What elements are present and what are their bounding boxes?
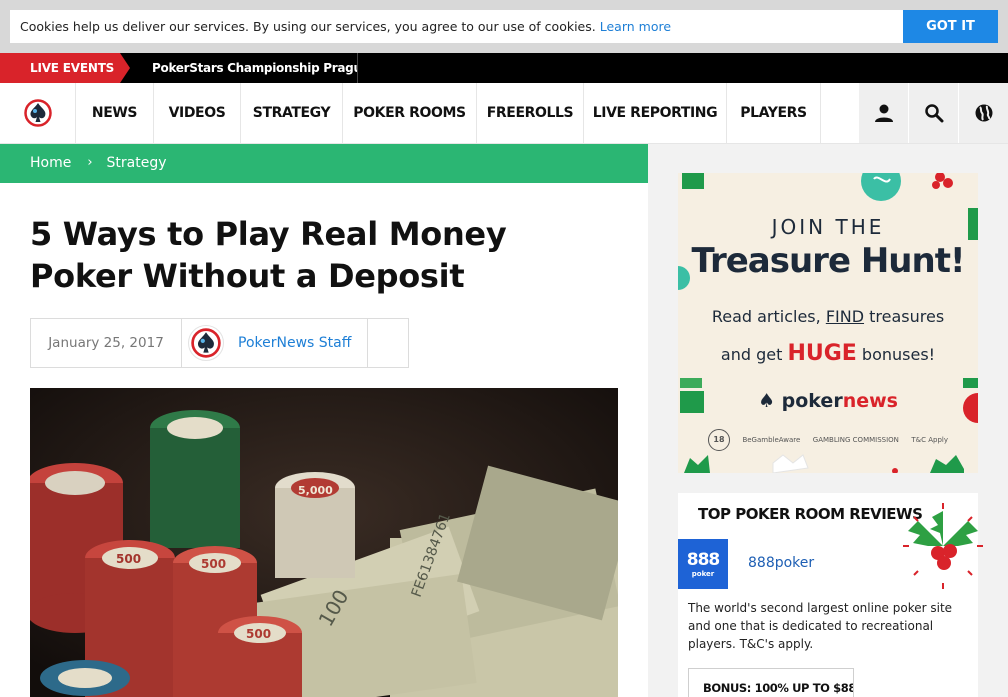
author-avatar: [188, 325, 224, 361]
holly-icon: [903, 503, 983, 589]
reviews-title: TOP POKER ROOM REVIEWS: [698, 505, 923, 523]
brand-news: news: [842, 390, 898, 412]
nav-poker-rooms[interactable]: POKER ROOMS: [343, 83, 477, 143]
live-events-tag[interactable]: LIVE EVENTS: [0, 53, 120, 83]
live-events-arrow: [120, 53, 130, 83]
article-hero-image: 100 FE61384761 500 500 500 5,000: [30, 388, 618, 697]
ad-footer: 18 BeGambleAware GAMBLING COMMISSION T&C…: [708, 429, 948, 451]
cookie-banner: Cookies help us deliver our services. By…: [0, 0, 1008, 53]
article-title: 5 Ways to Play Real Money Poker Without …: [30, 215, 507, 295]
search-button[interactable]: [909, 83, 958, 143]
account-button[interactable]: [859, 83, 908, 143]
globe-icon: [975, 104, 992, 122]
bonus-button[interactable]: BONUS: 100% UP TO $888: [688, 668, 854, 697]
poker-chips-and-cash-image: 100 FE61384761 500 500 500 5,000: [30, 388, 618, 697]
tc-apply-text: T&C Apply: [911, 436, 948, 444]
share-slot[interactable]: [368, 319, 408, 367]
nav-strategy[interactable]: STRATEGY: [241, 83, 343, 143]
cookie-text: Cookies help us deliver our services. By…: [20, 19, 596, 34]
room-description: The world's second largest online poker …: [688, 601, 953, 651]
top-poker-room-reviews: TOP POKER ROOM REVIEWS 888 poker 888poke…: [678, 493, 983, 697]
author-name[interactable]: PokerNews Staff: [238, 335, 351, 351]
888-logo-number: 888: [686, 550, 721, 570]
ad-line-1-start: Read articles,: [711, 307, 826, 326]
live-event-link[interactable]: PokerStars Championship Prague: [140, 53, 358, 83]
svg-text:500: 500: [246, 627, 271, 641]
treasure-hunt-ad[interactable]: JOIN THE Treasure Hunt! Read articles, F…: [678, 173, 978, 473]
ad-line-1-end: treasures: [864, 307, 945, 326]
nav-news[interactable]: NEWS: [76, 83, 154, 143]
begambleaware-logo: BeGambleAware: [742, 436, 801, 444]
888poker-logo[interactable]: 888 poker: [678, 539, 728, 589]
ad-line-2: and get HUGE bonuses!: [678, 341, 978, 366]
cookie-message: Cookies help us deliver our services. By…: [10, 10, 903, 43]
svg-text:500: 500: [201, 557, 226, 571]
ad-line-2-end: bonuses!: [856, 345, 936, 364]
ad-line-2-start: and get: [720, 345, 788, 364]
breadcrumb-home[interactable]: Home: [30, 155, 71, 171]
breadcrumb-strategy[interactable]: Strategy: [107, 155, 167, 171]
nav-live-reporting[interactable]: LIVE REPORTING: [584, 83, 727, 143]
ad-join-text: JOIN THE: [771, 215, 885, 239]
svg-text:5,000: 5,000: [298, 484, 333, 497]
live-events-bar: LIVE EVENTS PokerStars Championship Prag…: [0, 53, 1008, 83]
search-icon: [924, 104, 943, 123]
ad-find-word: FIND: [825, 307, 865, 326]
brand-poker: poker: [781, 390, 843, 412]
pokernews-logo[interactable]: [0, 83, 76, 143]
nav-players[interactable]: PLAYERS: [727, 83, 821, 143]
ad-headline: Treasure Hunt!: [691, 241, 966, 281]
gambling-commission-logo: GAMBLING COMMISSION: [812, 436, 899, 444]
nav-freerolls[interactable]: FREEROLLS: [477, 83, 584, 143]
ad-huge-word: HUGE: [787, 341, 857, 366]
breadcrumb: Home › Strategy: [0, 144, 648, 183]
room-name-link[interactable]: 888poker: [748, 555, 814, 571]
breadcrumb-separator: ›: [87, 155, 93, 170]
learn-more-link[interactable]: Learn more: [600, 19, 671, 34]
ad-pokernews-brand: ♠ pokernews: [678, 390, 978, 412]
spade-logo-icon: [191, 328, 221, 358]
article-author[interactable]: PokerNews Staff: [182, 319, 368, 367]
888-logo-word: poker: [691, 570, 715, 578]
age-18-badge: 18: [708, 429, 730, 451]
svg-text:500: 500: [116, 552, 141, 566]
main-navigation: NEWS VIDEOS STRATEGY POKER ROOMS FREEROL…: [0, 83, 1008, 144]
nav-videos[interactable]: VIDEOS: [154, 83, 241, 143]
brand-spade-icon: ♠: [758, 390, 782, 412]
ad-line-1: Read articles, FIND treasures: [678, 307, 978, 326]
got-it-button[interactable]: GOT IT: [903, 10, 998, 43]
spade-logo-icon: [23, 99, 52, 127]
language-button[interactable]: [959, 83, 1008, 143]
article-meta: January 25, 2017 PokerNews Staff: [30, 318, 409, 368]
user-icon: [874, 104, 893, 122]
article-date: January 25, 2017: [31, 319, 182, 367]
